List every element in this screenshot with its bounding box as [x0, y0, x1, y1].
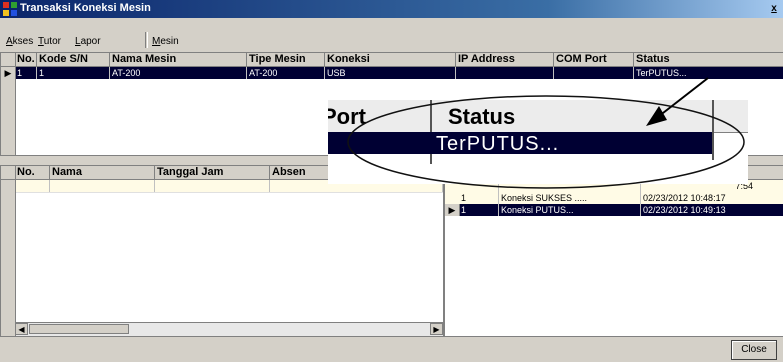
- close-button[interactable]: Close: [731, 340, 777, 360]
- annotation-overlay: [347, 77, 745, 189]
- arrow-head-icon: [646, 106, 667, 126]
- main-window: Transaksi Koneksi Mesin x Akses Tutor La…: [0, 0, 783, 362]
- highlight-ellipse: [347, 95, 745, 189]
